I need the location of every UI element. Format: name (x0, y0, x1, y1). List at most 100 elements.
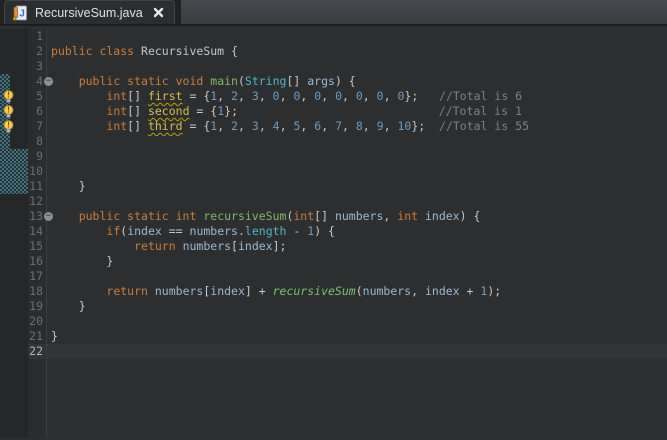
line-number[interactable]: 14 (28, 224, 46, 239)
code-token: main (210, 74, 238, 88)
line-number[interactable]: 10 (28, 164, 46, 179)
gutter-change-bar (0, 149, 28, 164)
code-empty[interactable] (46, 359, 667, 438)
gutter-change-bar (0, 164, 28, 179)
warning-bulb-icon[interactable]: ! (0, 104, 28, 119)
code-line[interactable] (46, 149, 667, 164)
code-token: - (286, 224, 308, 238)
line-number[interactable]: 2 (28, 44, 46, 59)
code-token: , (279, 89, 294, 103)
code-token: 3 (251, 89, 259, 103)
code-token: [ (231, 239, 238, 253)
code-token: } (51, 254, 114, 268)
code-line[interactable] (46, 164, 667, 179)
line-number[interactable]: 21 (28, 329, 46, 344)
code-line[interactable]: } (46, 329, 667, 344)
code-line[interactable]: public static void main(String[] args) { (46, 74, 667, 89)
line-number[interactable]: 15 (28, 239, 46, 254)
tab-recursivesum-java[interactable]: J RecursiveSum.java (4, 0, 175, 24)
line-number[interactable]: 9 (28, 149, 46, 164)
gutter-glyph-margin (0, 224, 28, 239)
line-number[interactable]: 16 (28, 254, 46, 269)
code-line-row: ! 6 int[] second = {1}; //Total is 1 (0, 104, 667, 119)
code-token: , (258, 119, 273, 133)
line-number[interactable]: 7 (28, 119, 46, 134)
code-line[interactable]: public class RecursiveSum { (46, 44, 667, 59)
code-token: = { (189, 104, 218, 118)
line-number[interactable]: 17 (28, 269, 46, 284)
fold-collapse-icon[interactable]: − (44, 77, 53, 86)
code-line[interactable]: return numbers[index] + recursiveSum(num… (46, 284, 667, 299)
code-line[interactable] (46, 314, 667, 329)
code-token: } (51, 179, 86, 193)
code-token: , (300, 89, 315, 103)
code-token: [] (286, 74, 308, 88)
line-number[interactable]: 12 (28, 194, 46, 209)
line-number[interactable]: 5 (28, 89, 46, 104)
code-token: } (51, 329, 58, 343)
code-line[interactable]: int[] third = {1, 2, 3, 4, 5, 6, 7, 8, 9… (46, 119, 667, 134)
code-line[interactable]: return numbers[index]; (46, 239, 667, 254)
line-number[interactable]: 3 (28, 59, 46, 74)
fold-collapse-icon[interactable]: − (44, 212, 53, 221)
code-line-row: 4 public static void main(String[] args)… (0, 74, 667, 89)
gutter-change-bar (0, 134, 28, 149)
line-number[interactable]: 19 (28, 299, 46, 314)
code-token: + (459, 284, 481, 298)
code-token: numbers (182, 239, 232, 253)
code-token: ); (487, 284, 502, 298)
code-line[interactable]: if(index == numbers.length - 1) { (46, 224, 667, 239)
warning-bulb-icon[interactable]: ! (0, 119, 28, 134)
code-line-row: 18 return numbers[index] + recursiveSum(… (0, 284, 667, 299)
code-line[interactable] (46, 344, 667, 359)
line-number[interactable]: 1 (28, 29, 46, 44)
code-token: , (383, 89, 398, 103)
code-token: index (424, 209, 460, 223)
line-number[interactable]: 18 (28, 284, 46, 299)
code-line-row: 19 } (0, 299, 667, 314)
line-number[interactable]: 20 (28, 314, 46, 329)
editor-empty-area[interactable] (0, 359, 667, 438)
warning-bulb-icon[interactable]: ! (0, 89, 28, 104)
code-token: 0 (335, 89, 342, 103)
code-token: numbers (362, 284, 412, 298)
code-line[interactable] (46, 194, 667, 209)
code-token: index (237, 239, 273, 253)
tab-bar-empty-space (181, 0, 667, 24)
code-line[interactable]: } (46, 299, 667, 314)
code-line[interactable]: } (46, 179, 667, 194)
code-line-row: 2 public class RecursiveSum { (0, 44, 667, 59)
code-line-row: 20 (0, 314, 667, 329)
close-icon[interactable] (153, 7, 164, 18)
code-line[interactable]: public static int recursiveSum(int[] num… (46, 209, 667, 224)
gutter-glyph-margin (0, 284, 28, 299)
code-token: }; (224, 104, 439, 118)
code-editor[interactable]: 1 2 public class RecursiveSum {3 4 public s… (0, 26, 667, 438)
code-token: length (244, 224, 287, 238)
line-number[interactable]: 8 (28, 134, 46, 149)
code-line[interactable] (46, 134, 667, 149)
code-token: , (238, 119, 252, 133)
code-token: , (362, 89, 377, 103)
code-token: , (300, 119, 315, 133)
code-token: , (321, 89, 336, 103)
line-number[interactable]: 11 (28, 179, 46, 194)
code-line[interactable] (46, 269, 667, 284)
code-line[interactable] (46, 29, 667, 44)
code-token: numbers (334, 209, 384, 223)
code-token: index (424, 284, 460, 298)
line-number[interactable]: 6 (28, 104, 46, 119)
code-token: 2 (231, 89, 239, 103)
code-line[interactable]: } (46, 254, 667, 269)
code-token: 2 (231, 119, 239, 133)
code-token: ( (237, 74, 245, 88)
line-number[interactable]: 22 (28, 344, 46, 359)
code-line[interactable]: int[] first = {1, 2, 3, 0, 0, 0, 0, 0, 0… (46, 89, 667, 104)
code-token: ) { (334, 74, 356, 88)
code-token: , (217, 119, 232, 133)
code-token: int (106, 119, 128, 133)
code-line[interactable] (46, 59, 667, 74)
code-line[interactable]: int[] second = {1}; //Total is 1 (46, 104, 667, 119)
